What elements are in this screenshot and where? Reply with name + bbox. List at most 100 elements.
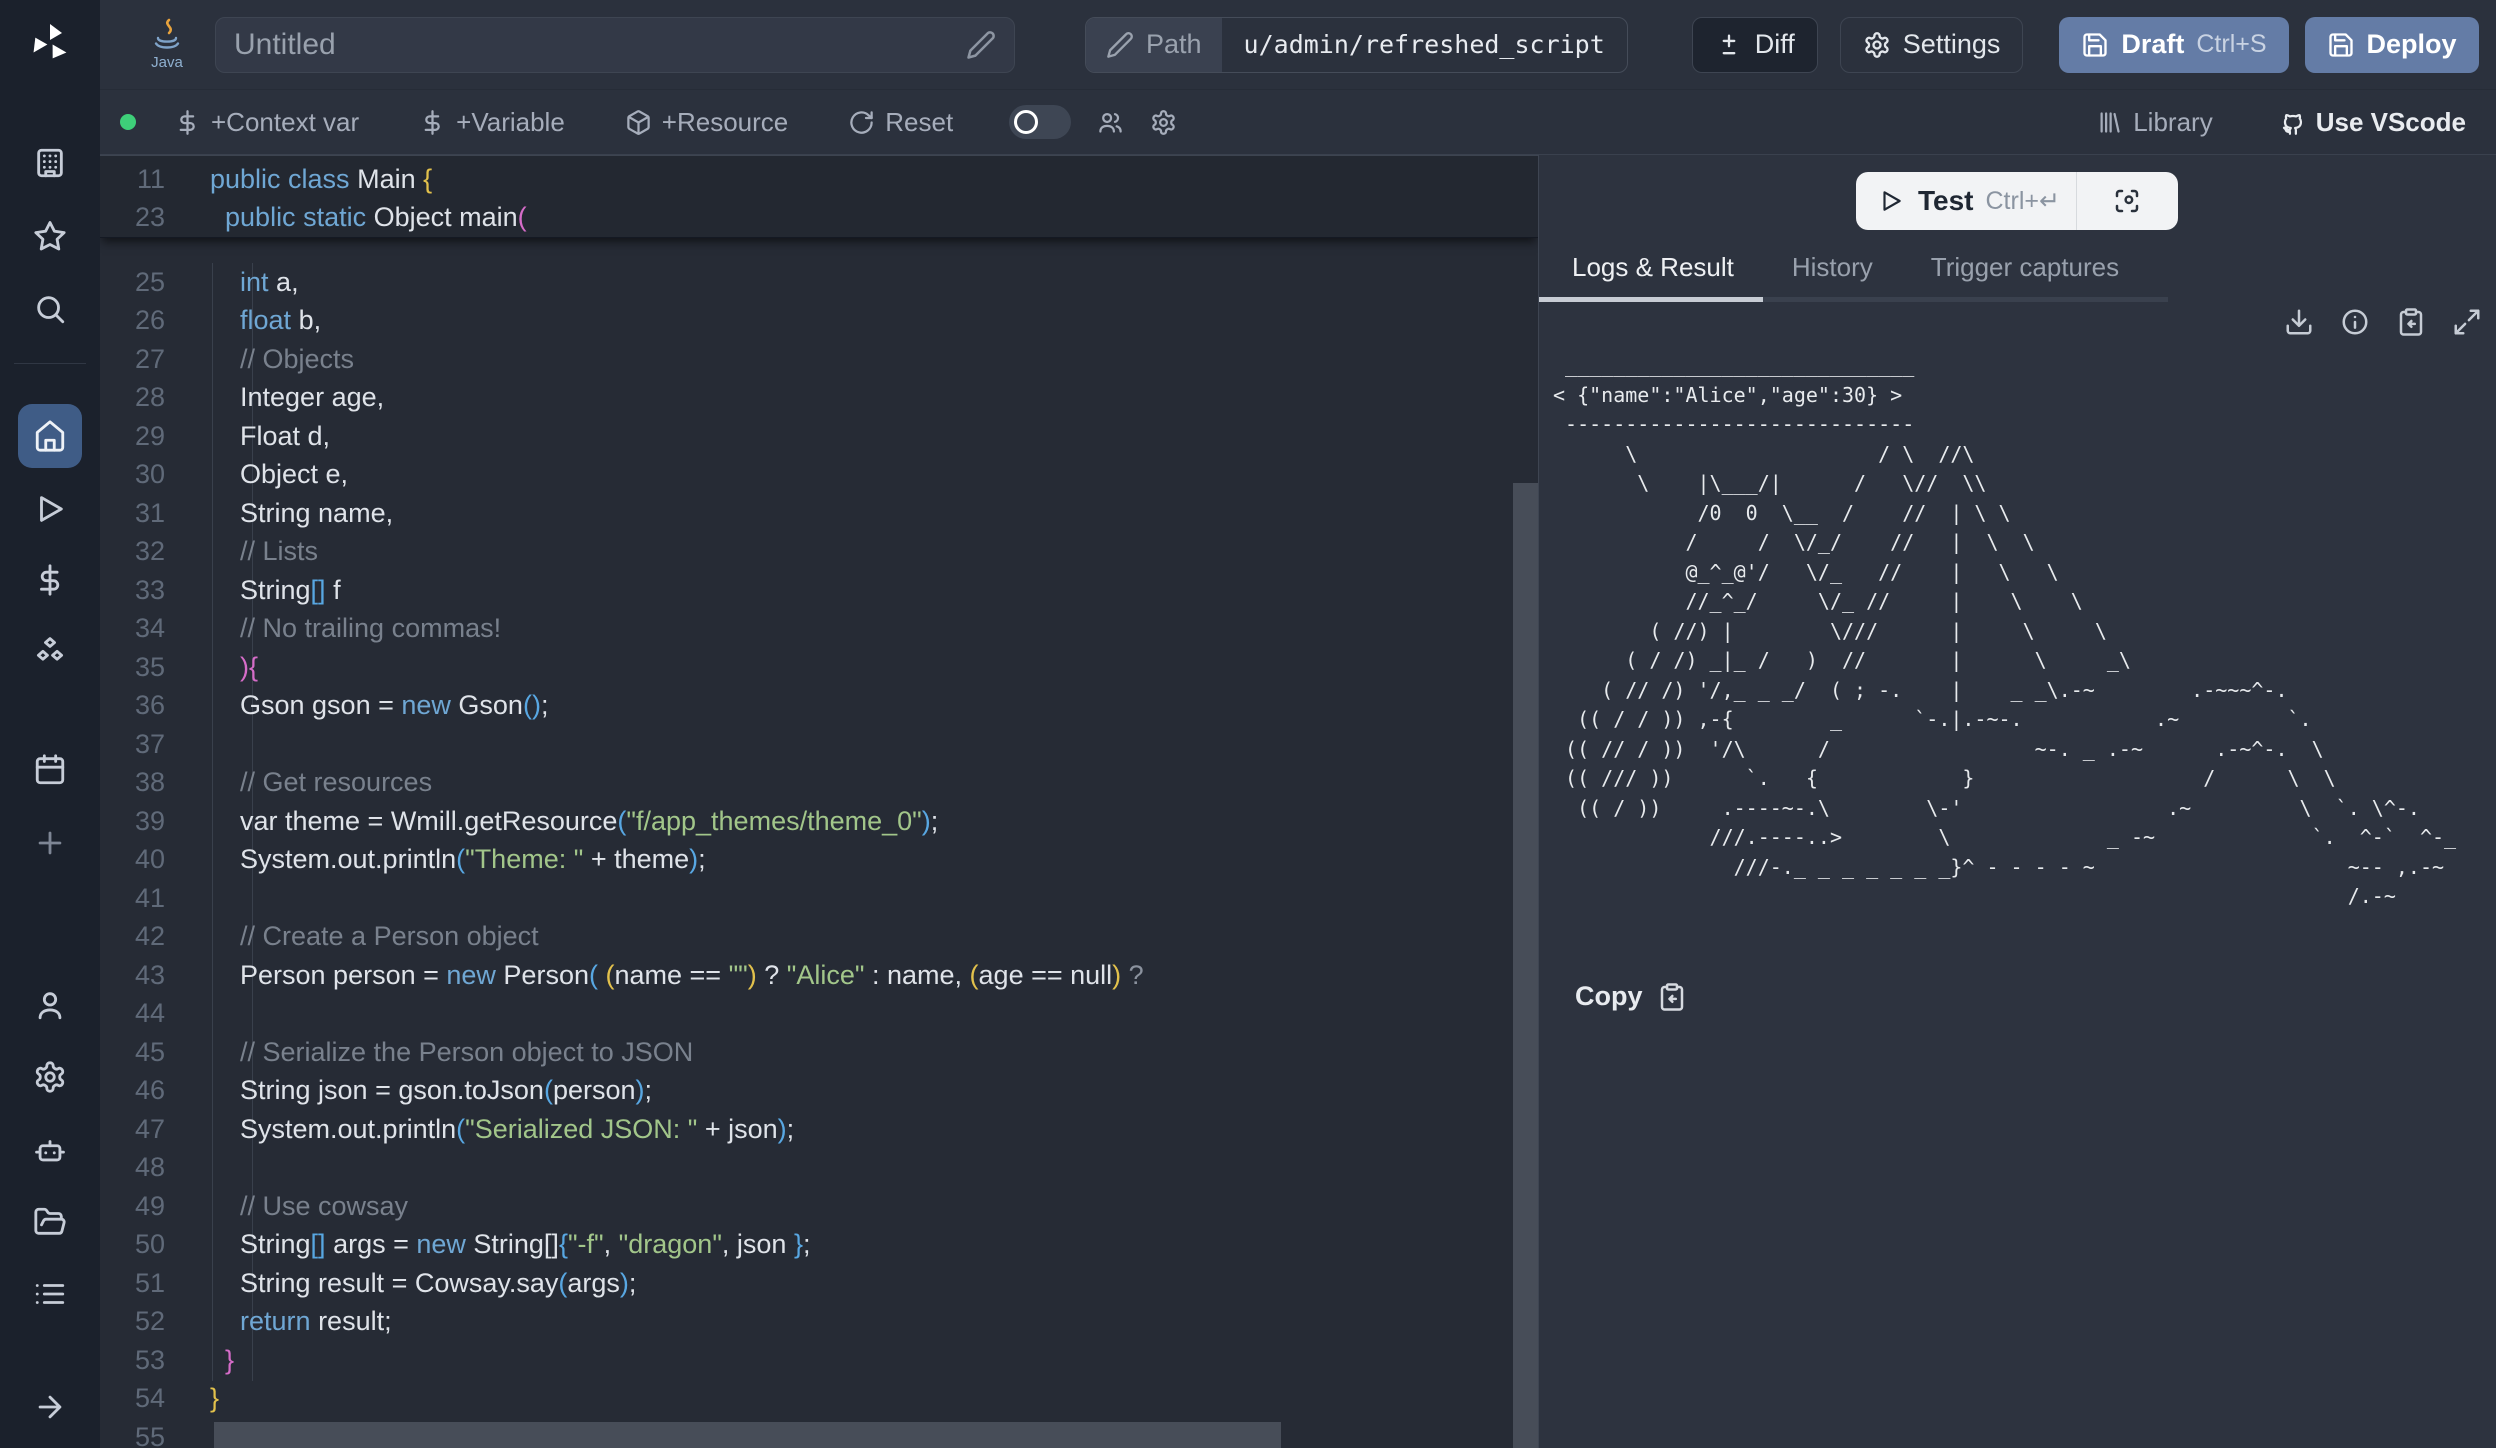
code-line[interactable]: 41 <box>100 879 1538 918</box>
expand-icon[interactable] <box>2452 307 2482 337</box>
github-cat-icon <box>2279 109 2306 136</box>
sidebar-item-workers-bot-icon[interactable] <box>33 1133 67 1167</box>
code-line[interactable]: 48 <box>100 1149 1538 1188</box>
code-line[interactable]: 38 // Get resources <box>100 764 1538 803</box>
workspace-building-icon[interactable] <box>33 146 67 180</box>
code-line[interactable]: 54} <box>100 1380 1538 1419</box>
package-icon <box>625 109 652 136</box>
code-line[interactable]: 37 <box>100 725 1538 764</box>
sidebar-item-variables-dollar-icon[interactable] <box>33 563 67 597</box>
code-line[interactable]: 50 String[] args = new String[]{"-f", "d… <box>100 1226 1538 1265</box>
code-line[interactable]: 36 Gson gson = new Gson(); <box>100 687 1538 726</box>
code-text: Float d, <box>210 421 330 452</box>
copy-label: Copy <box>1575 981 1643 1012</box>
reset-button[interactable]: Reset <box>848 107 953 138</box>
code-text: // Use cowsay <box>210 1191 408 1222</box>
favorites-star-icon[interactable] <box>33 219 67 253</box>
users-icon <box>1097 109 1124 136</box>
line-number: 40 <box>100 844 210 875</box>
settings-button[interactable]: Settings <box>1840 17 2024 73</box>
path-label: Path <box>1146 29 1202 60</box>
code-line[interactable]: 29 Float d, <box>100 417 1538 456</box>
code-line[interactable]: 27 // Objects <box>100 340 1538 379</box>
code-line[interactable]: 49 // Use cowsay <box>100 1187 1538 1226</box>
sidebar-item-user-icon[interactable] <box>33 988 67 1022</box>
code-editor[interactable]: 25 int a,26 float b,27 // Objects28 Inte… <box>100 155 1538 1448</box>
edit-title-pencil-icon[interactable] <box>966 30 996 60</box>
code-line[interactable]: 44 <box>100 995 1538 1034</box>
tab-logs-result[interactable]: Logs & Result <box>1572 252 1734 283</box>
code-text: String json = gson.toJson(person); <box>210 1075 652 1106</box>
code-line[interactable]: 51 String result = Cowsay.say(args); <box>100 1264 1538 1303</box>
svg-text:Java: Java <box>151 54 183 71</box>
code-text: return result; <box>210 1306 392 1337</box>
sidebar-add-plus-icon[interactable] <box>33 826 67 860</box>
code-line[interactable]: 32 // Lists <box>100 533 1538 572</box>
code-text: } <box>210 1345 234 1376</box>
add-resource-button[interactable]: +Resource <box>625 107 788 138</box>
rotate-cw-icon <box>848 109 875 136</box>
code-line[interactable]: 46 String json = gson.toJson(person); <box>100 1072 1538 1111</box>
sidebar-collapse-arrow-right-icon[interactable] <box>33 1390 67 1424</box>
collaborators-button[interactable] <box>1097 109 1124 136</box>
code-text: // Serialize the Person object to JSON <box>210 1037 693 1068</box>
code-line[interactable]: 45 // Serialize the Person object to JSO… <box>100 1033 1538 1072</box>
add-context-var-button[interactable]: +Context var <box>174 107 359 138</box>
line-number: 25 <box>100 267 210 298</box>
horizontal-scrollbar[interactable] <box>214 1422 1281 1448</box>
line-number: 55 <box>100 1422 210 1448</box>
code-line[interactable]: 35 ){ <box>100 648 1538 687</box>
sidebar-item-settings-gear-icon[interactable] <box>33 1060 67 1094</box>
code-line[interactable]: 31 String name, <box>100 494 1538 533</box>
script-title-input[interactable]: Untitled <box>215 17 1015 73</box>
code-line[interactable]: 47 System.out.println("Serialized JSON: … <box>100 1110 1538 1149</box>
vertical-scrollbar[interactable] <box>1513 483 1538 1448</box>
clipboard-copy-icon[interactable] <box>2396 307 2426 337</box>
assistant-toggle[interactable] <box>1009 105 1071 139</box>
code-line[interactable]: 42 // Create a Person object <box>100 918 1538 957</box>
code-line[interactable]: 33 String[] f <box>100 571 1538 610</box>
line-number: 54 <box>100 1383 210 1414</box>
code-line[interactable]: 26 float b, <box>100 302 1538 341</box>
deploy-button[interactable]: Deploy <box>2305 17 2479 73</box>
sidebar-item-runs-play-icon[interactable] <box>33 492 67 526</box>
code-line[interactable]: 53 } <box>100 1341 1538 1380</box>
download-icon[interactable] <box>2284 307 2314 337</box>
sidebar-item-schedules-calendar-icon[interactable] <box>33 753 67 787</box>
code-line[interactable]: 30 Object e, <box>100 456 1538 495</box>
tab-history[interactable]: History <box>1792 252 1873 283</box>
code-text: // Objects <box>210 344 354 375</box>
use-vscode-button[interactable]: Use VScode <box>2279 107 2466 138</box>
library-button[interactable]: Library <box>2096 107 2212 138</box>
sidebar-item-folders-icon[interactable] <box>33 1205 67 1239</box>
code-text: int a, <box>210 267 299 298</box>
code-line[interactable]: 39 var theme = Wmill.getResource("f/app_… <box>100 802 1538 841</box>
copy-result-button[interactable]: Copy <box>1575 981 1687 1012</box>
editor-settings-button[interactable] <box>1150 109 1177 136</box>
sidebar-item-home[interactable] <box>18 404 82 468</box>
code-line[interactable]: 28 Integer age, <box>100 379 1538 418</box>
code-line[interactable]: 52 return result; <box>100 1303 1538 1342</box>
add-variable-button[interactable]: +Variable <box>419 107 565 138</box>
tab-trigger-captures[interactable]: Trigger captures <box>1931 252 2119 283</box>
windmill-logo-icon[interactable] <box>27 20 73 66</box>
sidebar-item-resources-boxes-icon[interactable] <box>33 635 67 669</box>
sidebar-item-logs-list-icon[interactable] <box>33 1277 67 1311</box>
library-label: Library <box>2133 107 2212 138</box>
code-line[interactable]: 40 System.out.println("Theme: " + theme)… <box>100 841 1538 880</box>
line-number: 51 <box>100 1268 210 1299</box>
path-field[interactable]: Path u/admin/refreshed_script <box>1085 17 1628 73</box>
capture-record-button[interactable] <box>2077 186 2178 216</box>
draft-button[interactable]: Draft Ctrl+S <box>2059 17 2288 73</box>
search-icon[interactable] <box>33 292 67 326</box>
use-vscode-label: Use VScode <box>2316 107 2466 138</box>
diff-button[interactable]: Diff <box>1692 17 1818 73</box>
code-line[interactable]: 23 public static Object main( <box>100 199 1538 238</box>
code-line[interactable]: 43 Person person = new Person( (name == … <box>100 956 1538 995</box>
code-line[interactable]: 25 int a, <box>100 263 1538 302</box>
info-icon[interactable] <box>2340 307 2370 337</box>
test-button[interactable]: Test Ctrl+↵ <box>1856 172 2178 230</box>
code-line[interactable]: 34 // No trailing commas! <box>100 610 1538 649</box>
path-label-segment[interactable]: Path <box>1086 18 1222 72</box>
code-line[interactable]: 11public class Main { <box>100 160 1538 199</box>
